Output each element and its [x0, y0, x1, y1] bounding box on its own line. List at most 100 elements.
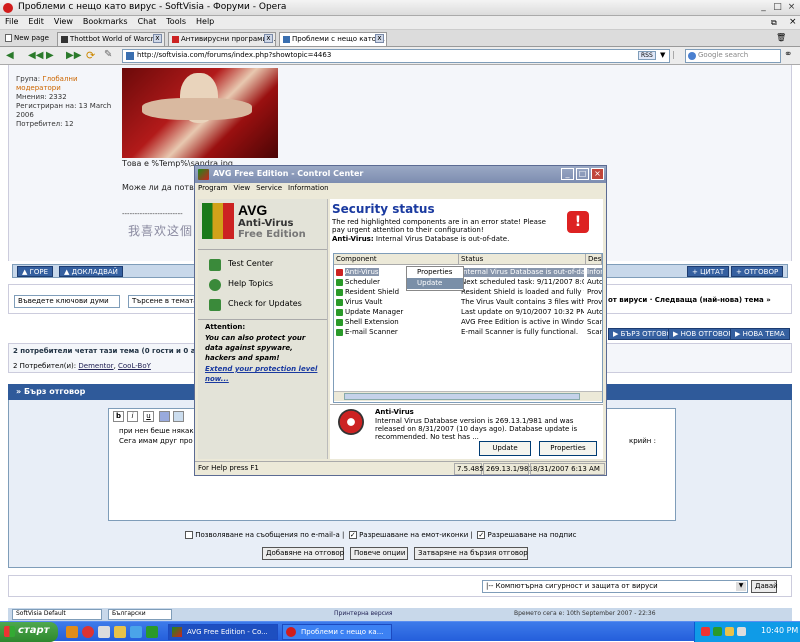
- tab-close-icon[interactable]: x: [375, 34, 384, 43]
- emoticons-checkbox[interactable]: ✓: [348, 531, 357, 539]
- properties-button[interactable]: Properties: [539, 441, 597, 456]
- components-grid[interactable]: Component Status Desc Anti-Virus Internal…: [333, 253, 603, 403]
- menu-chat[interactable]: Chat: [133, 16, 162, 27]
- start-button[interactable]: старт: [0, 622, 58, 642]
- col-desc[interactable]: Desc: [586, 254, 602, 265]
- menu-view[interactable]: View: [49, 16, 78, 27]
- edit-icon[interactable]: ✎: [104, 49, 112, 60]
- binoculars-icon[interactable]: ⚭: [784, 49, 792, 60]
- tab-antivirus[interactable]: Антивирусни програми ... x: [168, 32, 276, 46]
- task-opera[interactable]: Проблеми с нещо ка...: [282, 624, 392, 640]
- task-avg[interactable]: AVG Free Edition - Co...: [168, 624, 278, 640]
- menu-bookmarks[interactable]: Bookmarks: [78, 16, 133, 27]
- menu-file[interactable]: File: [0, 16, 23, 27]
- reply-button[interactable]: + ОТГОВОР: [731, 266, 784, 277]
- tray-icon[interactable]: [701, 627, 710, 636]
- quicklaunch-icon[interactable]: [130, 626, 142, 638]
- restore-icon[interactable]: ⧉: [766, 17, 782, 29]
- minimize-button[interactable]: _: [758, 2, 769, 13]
- close-quick-reply-button[interactable]: Затваряне на бързия отговор: [414, 547, 528, 560]
- tab-close-icon[interactable]: x: [153, 34, 162, 43]
- bold-button[interactable]: b: [113, 411, 124, 422]
- component-row[interactable]: Virus Vault The Virus Vault contains 3 fi…: [334, 298, 602, 307]
- fastforward-icon[interactable]: ▶▶: [66, 50, 81, 61]
- quote-button[interactable]: + ЦИТАТ: [687, 266, 730, 277]
- reader-link-dementor[interactable]: Dementor: [78, 362, 113, 370]
- avg-menu-program[interactable]: Program: [195, 183, 231, 193]
- component-row[interactable]: Scheduler Next scheduled task: 9/11/2007 …: [334, 278, 602, 287]
- component-row[interactable]: Anti-Virus Internal Virus Database is out…: [334, 268, 602, 277]
- reload-icon[interactable]: ⟳: [86, 49, 95, 62]
- more-options-button[interactable]: Повече опции: [350, 547, 408, 560]
- link-icon[interactable]: [173, 411, 184, 422]
- menu-edit[interactable]: Edit: [23, 16, 49, 27]
- tab-thottbot[interactable]: Thottbot World of Warcr... x: [57, 32, 165, 46]
- menu-tools[interactable]: Tools: [161, 16, 191, 27]
- go-button[interactable]: Давай: [751, 580, 778, 593]
- keyword-search-input[interactable]: Въведете ключови думи: [14, 295, 120, 308]
- underline-button[interactable]: u: [143, 411, 154, 422]
- ok-status-icon: [336, 318, 343, 326]
- top-button[interactable]: ▲ ГОРЕ: [17, 266, 54, 277]
- avg-maximize-button[interactable]: □: [576, 168, 589, 180]
- close-button[interactable]: ×: [786, 2, 797, 13]
- avg-minimize-button[interactable]: _: [561, 168, 574, 180]
- reader-link-coolboy[interactable]: CooL-BoY: [118, 362, 151, 370]
- component-row[interactable]: Shell Extension AVG Free Edition is activ…: [334, 318, 602, 327]
- quicklaunch-icon[interactable]: [66, 626, 78, 638]
- quicklaunch-icon[interactable]: [98, 626, 110, 638]
- update-button[interactable]: Update: [479, 441, 531, 456]
- forward-icon[interactable]: ▶: [46, 50, 54, 61]
- avg-menu-service[interactable]: Service: [253, 183, 285, 193]
- italic-button[interactable]: i: [127, 411, 138, 422]
- search-input[interactable]: Google search: [685, 49, 781, 63]
- quicklaunch-icon[interactable]: [114, 626, 126, 638]
- quicklaunch-icon[interactable]: [146, 626, 158, 638]
- maximize-button[interactable]: □: [772, 2, 783, 13]
- nav-help-topics[interactable]: Help Topics: [203, 276, 323, 294]
- col-component[interactable]: Component: [334, 254, 459, 265]
- address-bar[interactable]: http://softvisia.com/forums/index.php?sh…: [122, 49, 670, 63]
- avg-menu-information[interactable]: Information: [285, 183, 332, 193]
- topic-search-select[interactable]: Търсене в темата: [128, 295, 198, 308]
- nav-check-updates[interactable]: Check for Updates: [203, 296, 323, 314]
- ctx-properties[interactable]: Properties: [407, 267, 463, 278]
- tab-active-problems[interactable]: Проблеми с нещо като ... x: [279, 32, 387, 46]
- image-icon[interactable]: [159, 411, 170, 422]
- report-button[interactable]: ▲ ДОКЛАДВАЙ: [59, 266, 123, 277]
- avg-menu-view[interactable]: View: [231, 183, 254, 193]
- dropdown-icon[interactable]: ▼: [660, 51, 665, 59]
- tray-icon[interactable]: [725, 627, 734, 636]
- add-reply-button[interactable]: Добавяне на отговор: [262, 547, 344, 560]
- next-topic-nav[interactable]: от вируси · Следваща (най-нова) тема »: [608, 296, 771, 304]
- back-icon[interactable]: ◀: [6, 50, 14, 61]
- component-row[interactable]: E-mail Scanner E-mail Scanner is fully fu…: [334, 328, 602, 337]
- new-reply-button[interactable]: ▶ НОВ ОТГОВОР: [668, 328, 738, 340]
- quicklaunch-opera-icon[interactable]: [82, 626, 94, 638]
- signature-checkbox[interactable]: ✓: [477, 531, 486, 539]
- tab-close-icon[interactable]: x: [264, 34, 273, 43]
- scrollbar-thumb[interactable]: [344, 393, 580, 400]
- component-row[interactable]: Update Manager Last update on 9/10/2007 1…: [334, 308, 602, 317]
- tab-new-page[interactable]: New page: [2, 32, 54, 46]
- skin-select[interactable]: SoftVisia Default: [12, 609, 102, 620]
- avg-close-button[interactable]: ×: [591, 168, 604, 180]
- email-checkbox[interactable]: [185, 531, 193, 539]
- grid-scrollbar[interactable]: [334, 391, 602, 401]
- tab-close-icon[interactable]: ×: [784, 16, 800, 28]
- tray-avg-icon[interactable]: [713, 627, 722, 636]
- rewind-icon[interactable]: ◀◀: [28, 50, 43, 61]
- extend-protection-link[interactable]: Extend your protection level now...: [205, 364, 323, 384]
- forum-jump-select[interactable]: |-- Компютърна сигурност и защита от вир…: [482, 580, 748, 593]
- tray-volume-icon[interactable]: [737, 627, 746, 636]
- ctx-update[interactable]: Update: [407, 278, 463, 289]
- nav-test-center[interactable]: Test Center: [203, 256, 323, 274]
- rss-badge[interactable]: RSS: [638, 51, 656, 60]
- trash-icon[interactable]: 🗑: [776, 33, 786, 42]
- col-status[interactable]: Status: [459, 254, 586, 265]
- print-version-link[interactable]: Принтерна версия: [334, 610, 393, 617]
- menu-help[interactable]: Help: [191, 16, 219, 27]
- new-topic-button[interactable]: ▶ НОВА ТЕМА: [730, 328, 790, 340]
- component-row[interactable]: Resident Shield Resident Shield is loaded…: [334, 288, 602, 297]
- language-select[interactable]: Български: [108, 609, 172, 620]
